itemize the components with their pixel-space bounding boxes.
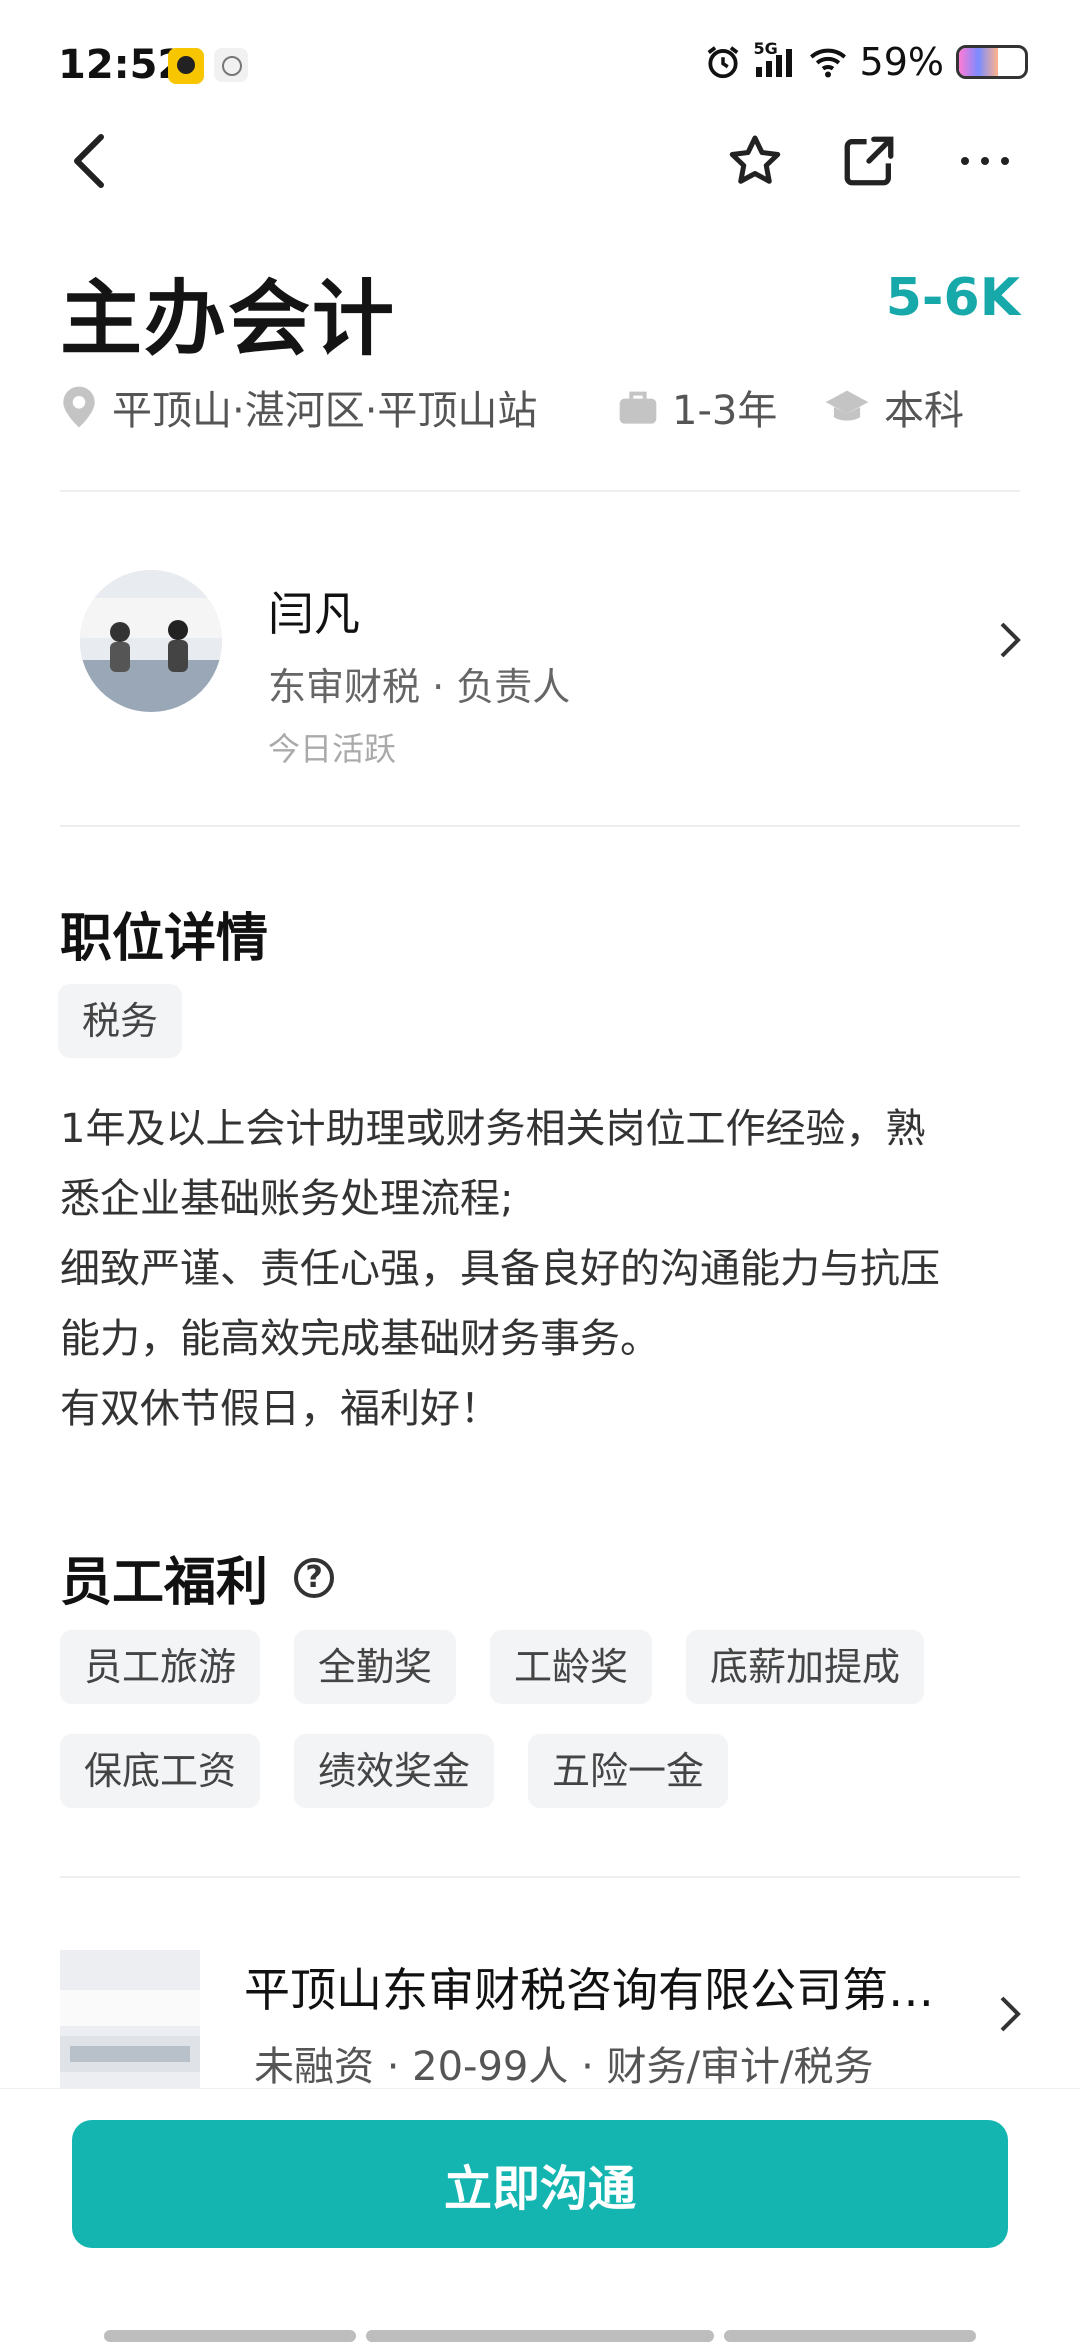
app-notification-icon — [168, 48, 204, 84]
favorite-button[interactable] — [714, 120, 796, 202]
section-title-details: 职位详情 — [60, 909, 269, 969]
more-button[interactable] — [944, 120, 1026, 202]
job-title: 主办会计 — [60, 272, 397, 367]
description-line: 细致严谨、责任心强，具备良好的沟通能力与抗压 — [60, 1246, 940, 1292]
avatar — [80, 570, 222, 712]
chevron-right-icon — [1000, 622, 1021, 658]
benefit-tag: 五险一金 — [528, 1734, 729, 1808]
description-line: 1年及以上会计助理或财务相关岗位工作经验，熟 — [60, 1106, 926, 1152]
job-experience: 1-3年 — [618, 378, 777, 436]
gesture-bar — [724, 2330, 976, 2342]
benefit-tag: 保底工资 — [60, 1734, 261, 1808]
clock-notification-icon — [214, 48, 248, 82]
description-line: 能力，能高效完成基础财务事务。 — [60, 1316, 660, 1362]
job-location: 平顶山·湛河区·平顶山站 — [60, 378, 537, 436]
more-icon — [961, 157, 1009, 165]
battery-percent: 59% — [859, 40, 944, 84]
section-title-benefits: 员工福利 — [60, 1553, 269, 1613]
divider — [60, 1876, 1020, 1878]
gesture-bar — [366, 2330, 714, 2342]
battery-icon — [956, 45, 1028, 79]
chat-now-button[interactable]: 立即沟通 — [72, 2120, 1008, 2248]
benefit-tag: 底薪加提成 — [686, 1630, 925, 1704]
benefit-tag: 工龄奖 — [490, 1630, 653, 1704]
description-line: 有双休节假日，福利好！ — [60, 1386, 500, 1432]
description-line: 悉企业基础账务处理流程; — [60, 1176, 514, 1222]
status-time: 12:52 — [58, 42, 186, 88]
job-description: 1年及以上会计助理或财务相关岗位工作经验，熟 悉企业基础账务处理流程; 细致严谨… — [60, 1094, 1030, 1444]
back-arrow-icon — [74, 134, 104, 188]
status-right: 5G 59% — [704, 39, 1028, 84]
wifi-icon — [809, 48, 846, 78]
benefit-tag: 绩效奖金 — [294, 1734, 495, 1808]
graduation-cap-icon — [825, 390, 869, 421]
benefit-tag: 全勤奖 — [294, 1630, 457, 1704]
recruiter-name: 闫凡 — [268, 587, 360, 641]
recruiter-company-role: 东审财税 · 负责人 — [268, 665, 571, 709]
share-button[interactable] — [828, 120, 910, 202]
alarm-icon — [707, 46, 738, 79]
help-icon[interactable]: ? — [294, 1557, 335, 1598]
benefits-header: 员工福利 ? — [60, 1540, 335, 1615]
star-icon — [729, 135, 781, 184]
location-text: 平顶山·湛河区·平顶山站 — [112, 388, 538, 434]
company-logo — [60, 1950, 200, 2090]
gesture-bar — [104, 2330, 356, 2342]
benefit-tag: 员工旅游 — [60, 1630, 261, 1704]
chevron-right-icon — [1000, 1996, 1021, 2032]
benefits-list: 员工旅游 全勤奖 工龄奖 底薪加提成 保底工资 绩效奖金 五险一金 — [60, 1630, 1040, 1808]
skill-tag: 税务 — [58, 984, 183, 1058]
education-text: 本科 — [884, 388, 964, 434]
divider — [60, 825, 1020, 827]
divider — [60, 490, 1020, 492]
network-type: 5G — [753, 39, 778, 58]
briefcase-icon — [619, 391, 657, 424]
company-info: 未融资 · 20-99人 · 财务/审计/税务 — [254, 2044, 874, 2090]
share-icon — [844, 136, 894, 186]
job-education: 本科 — [824, 378, 964, 436]
company-name: 平顶山东审财税咨询有限公司第… — [244, 1963, 934, 2017]
salary: 5-6K — [885, 268, 1020, 328]
battery-fill — [959, 48, 998, 76]
recruiter-activity: 今日活跃 — [268, 730, 397, 768]
experience-text: 1-3年 — [672, 388, 778, 434]
signal-icon: 5G — [754, 39, 796, 79]
location-pin-icon — [63, 386, 95, 428]
back-button[interactable] — [48, 120, 130, 202]
